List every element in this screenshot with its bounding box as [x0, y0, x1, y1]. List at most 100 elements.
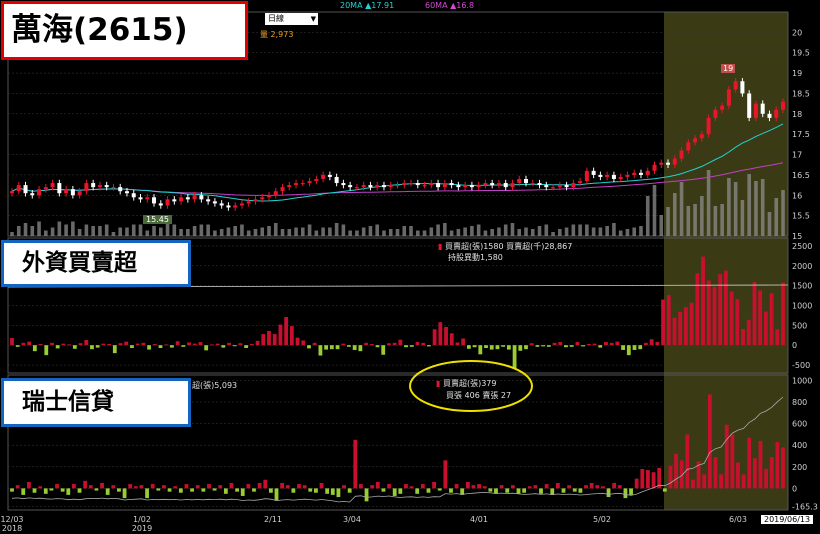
- candle-body: [381, 185, 386, 188]
- period-select[interactable]: 日線 ▼: [265, 13, 318, 25]
- foreign-bar: [775, 329, 780, 346]
- foreign-tick-label: 2500: [792, 242, 812, 251]
- volume-bar: [760, 179, 765, 236]
- candle-body: [361, 185, 366, 188]
- candle-body: [64, 189, 69, 194]
- candle-body: [699, 134, 704, 139]
- credit-bar: [359, 484, 363, 489]
- foreign-bar: [307, 345, 311, 349]
- foreign-bar: [61, 343, 66, 346]
- foreign-bar: [644, 342, 648, 346]
- foreign-panel-title: 外資買賣超: [1, 240, 191, 287]
- credit-bar: [465, 481, 470, 489]
- price-tick-label: 16.5: [792, 171, 810, 180]
- foreign-bar: [347, 345, 351, 347]
- foreign-bar: [621, 345, 625, 350]
- foreign-bar: [329, 345, 334, 350]
- foreign-bar: [678, 311, 683, 346]
- candle-body: [23, 185, 28, 194]
- volume-bar: [625, 229, 630, 236]
- volume-bar: [131, 224, 136, 236]
- candle-body: [672, 158, 677, 165]
- stock-chart-window: { "header": { "title": "萬海(2615)", "peri…: [0, 0, 820, 534]
- credit-bar: [601, 486, 605, 489]
- candle-body: [402, 183, 407, 186]
- volume-bar: [713, 206, 718, 236]
- credit-bar: [330, 488, 335, 495]
- foreign-bar: [341, 343, 346, 346]
- candle-body: [273, 191, 278, 196]
- credit-bar: [392, 488, 397, 496]
- candle-body: [43, 187, 48, 190]
- foreign-bar: [466, 345, 471, 349]
- candle-body: [145, 197, 150, 200]
- foreign-tick-label: 500: [792, 321, 807, 330]
- credit-bar: [454, 484, 459, 489]
- foreign-bar: [461, 338, 466, 346]
- credit-bar: [781, 447, 785, 489]
- foreign-bar: [209, 344, 214, 346]
- foreign-bar: [592, 343, 597, 346]
- credit-bar: [32, 488, 37, 493]
- candle-body: [686, 142, 691, 151]
- credit-tick-label: -165.3: [792, 502, 818, 511]
- credit-bar: [173, 486, 178, 489]
- credit-tick-label: 800: [792, 398, 807, 407]
- credit-bar: [606, 488, 611, 498]
- credit-bar: [263, 479, 268, 489]
- foreign-bar: [701, 256, 705, 346]
- credit-bar: [505, 488, 510, 493]
- foreign-bar: [729, 291, 734, 346]
- candle-body: [442, 183, 447, 188]
- volume-bar: [672, 193, 677, 236]
- credit-bar: [612, 483, 617, 489]
- foreign-bar: [449, 333, 454, 346]
- volume-bar: [679, 182, 684, 236]
- credit-bar: [212, 488, 217, 491]
- credit-panel-title: 瑞士信貸: [1, 378, 191, 427]
- credit-bar: [43, 488, 48, 494]
- foreign-bar: [781, 282, 785, 346]
- foreign-bar: [335, 345, 340, 350]
- credit-bar: [589, 483, 594, 489]
- foreign-bar: [638, 345, 643, 350]
- credit-bar: [285, 485, 290, 489]
- credit-bar: [246, 484, 251, 489]
- bar-legend-icon: ▮: [436, 379, 441, 388]
- x-axis-label: 6/03: [729, 515, 747, 524]
- candle-body: [395, 185, 400, 187]
- credit-bar: [617, 485, 622, 489]
- foreign-bar: [478, 345, 483, 355]
- foreign-bar: [769, 293, 774, 346]
- date-box: 2019/06/13: [761, 515, 814, 524]
- foreign-bar: [409, 345, 414, 347]
- credit-bar: [477, 484, 482, 489]
- foreign-bar: [684, 307, 688, 346]
- candle-body: [165, 199, 170, 206]
- foreign-bar: [575, 342, 580, 346]
- volume-label: 量 2,973: [260, 30, 294, 39]
- credit-bar: [775, 441, 780, 489]
- volume-bar: [693, 204, 697, 236]
- credit-bar: [707, 394, 712, 489]
- candle-body: [611, 174, 616, 179]
- foreign-bar: [284, 317, 289, 346]
- price-tick-label: 18: [792, 110, 802, 119]
- volume-bar: [253, 229, 258, 236]
- volume-bar: [585, 224, 589, 236]
- volume-bar: [145, 230, 150, 236]
- foreign-bar: [564, 345, 568, 348]
- volume-bar: [219, 229, 224, 236]
- candle-body: [713, 109, 718, 118]
- volume-bar: [774, 198, 779, 236]
- volume-bar: [77, 229, 82, 236]
- stock-title: 萬海(2615): [1, 1, 248, 60]
- foreign-bar: [455, 342, 460, 346]
- credit-bar: [201, 488, 206, 492]
- volume-bar: [476, 224, 481, 236]
- foreign-bar: [187, 342, 191, 346]
- x-axis-label: 4/01: [470, 515, 488, 524]
- foreign-bar: [221, 345, 226, 348]
- high-price-marker: 19: [721, 64, 736, 73]
- candle-body: [598, 174, 603, 177]
